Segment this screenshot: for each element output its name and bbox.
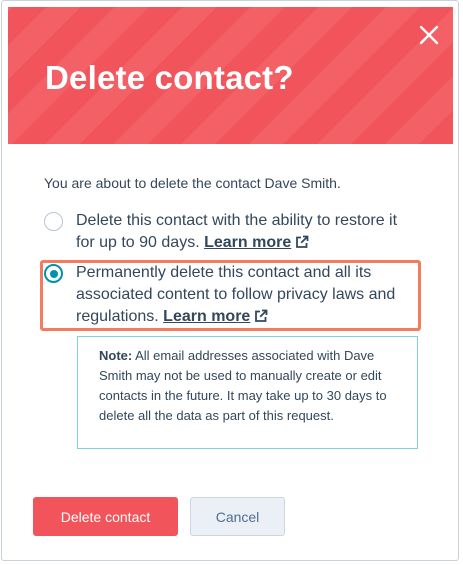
intro-text: You are about to delete the contact Dave… <box>44 175 341 191</box>
delete-contact-button[interactable]: Delete contact <box>33 497 178 536</box>
option-restorable-delete[interactable]: Delete this contact with the ability to … <box>40 208 421 251</box>
external-link-icon[interactable] <box>254 309 268 323</box>
delete-contact-dialog: Delete contact? You are about to delete … <box>1 0 459 561</box>
close-icon[interactable] <box>418 24 440 46</box>
dialog-header: Delete contact? <box>8 7 453 144</box>
radio-permanent-delete[interactable] <box>44 264 63 283</box>
option-permanent-delete[interactable]: Permanently delete this contact and all … <box>40 260 421 331</box>
option-permanent-delete-label: Permanently delete this contact and all … <box>76 264 396 325</box>
learn-more-link-permanent[interactable]: Learn more <box>163 308 250 325</box>
dialog-title: Delete contact? <box>45 59 294 96</box>
external-link-icon[interactable] <box>295 235 309 249</box>
option-restorable-delete-label: Delete this contact with the ability to … <box>76 212 398 251</box>
cancel-button[interactable]: Cancel <box>190 497 285 536</box>
privacy-note: Note: All email addresses associated wit… <box>77 336 418 449</box>
learn-more-link-restorable[interactable]: Learn more <box>204 234 291 251</box>
radio-restorable-delete[interactable] <box>44 212 63 231</box>
note-label: Note: <box>99 348 133 363</box>
note-text: All email addresses associated with Dave… <box>99 348 387 423</box>
